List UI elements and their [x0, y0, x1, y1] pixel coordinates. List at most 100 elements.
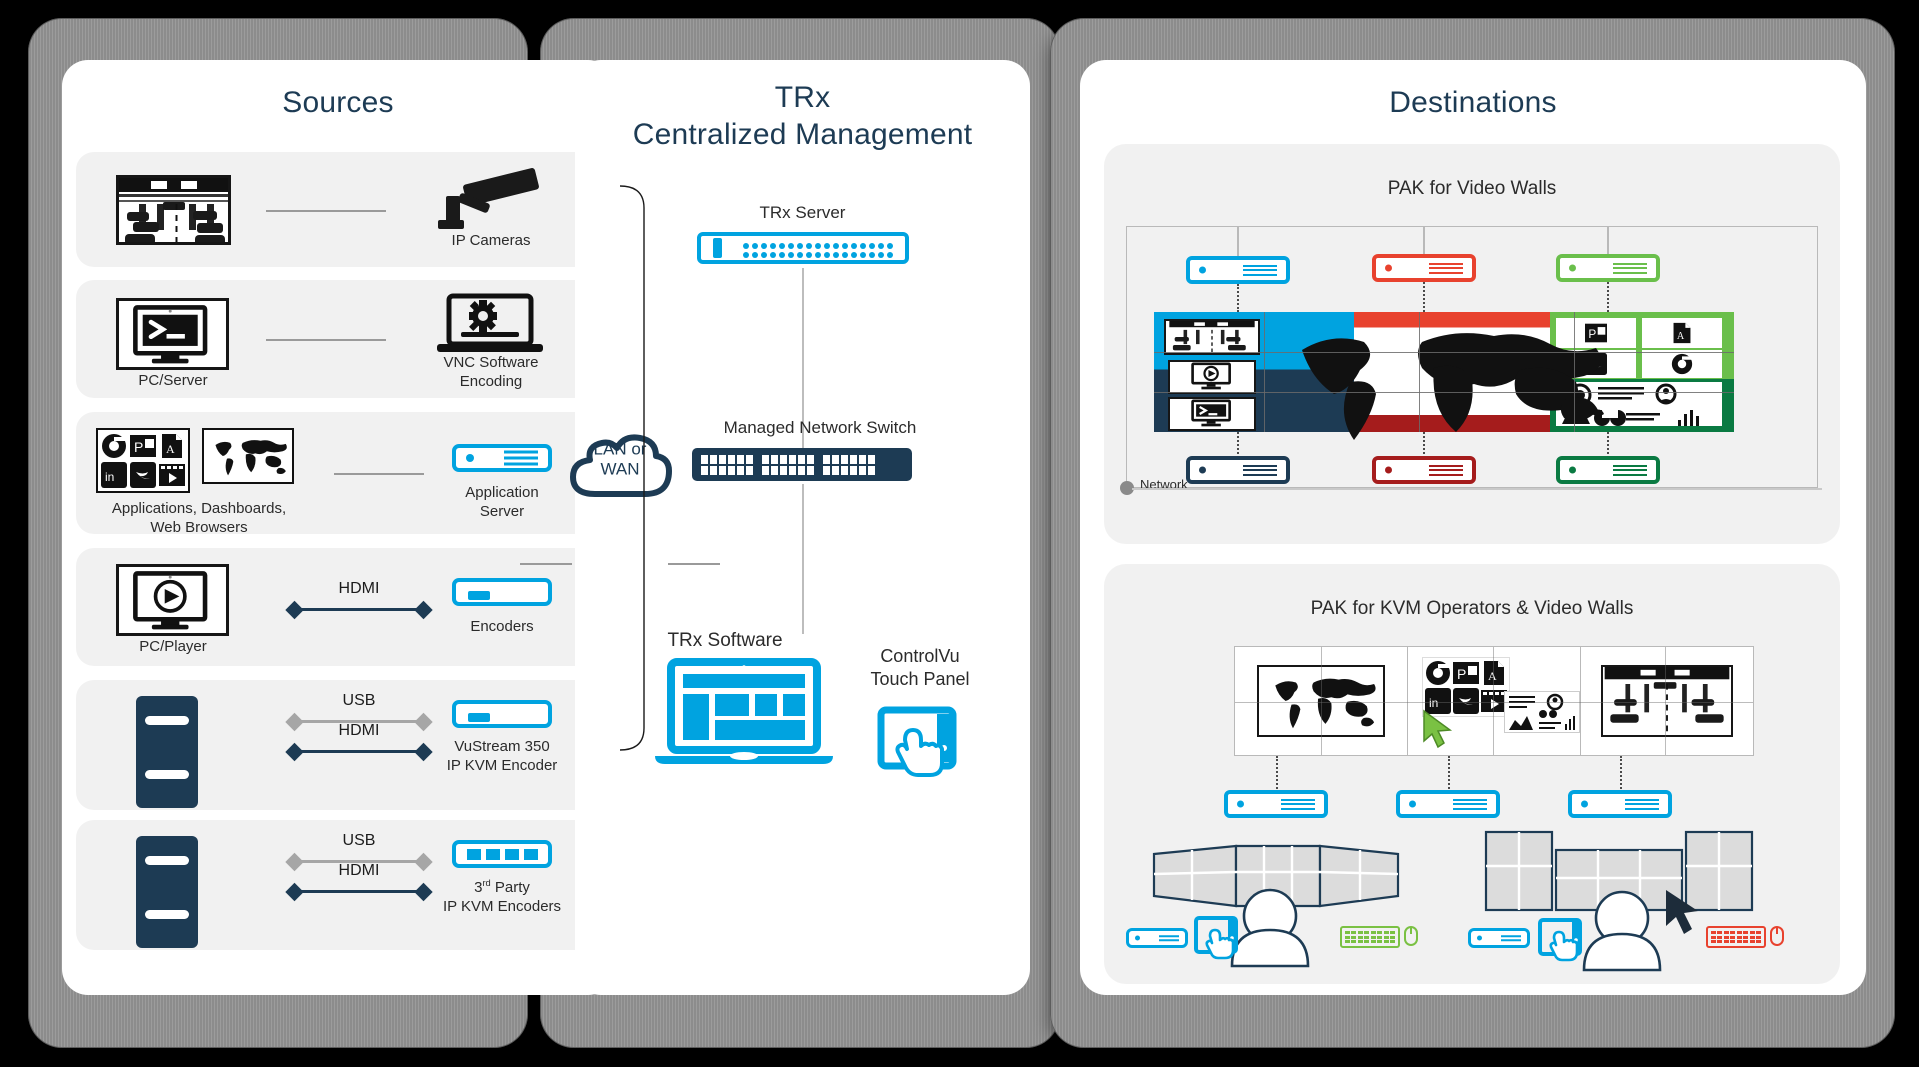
- vent-lines: [1613, 462, 1647, 478]
- network-line: [1132, 488, 1822, 490]
- status-led: [1409, 800, 1416, 808]
- sources-cloud-link: [520, 563, 572, 565]
- status-led: [466, 454, 474, 462]
- server-ports: [743, 243, 893, 258]
- vent-lines: [1429, 462, 1463, 478]
- kvm-wall-tile-traffic: [1581, 647, 1753, 755]
- source-row-third-party: USB HDMI 3rd Party IP KVM Encoders: [76, 820, 600, 950]
- vent-lines: [1613, 260, 1647, 276]
- receiver-navy: [1186, 456, 1290, 484]
- video-wall: P A: [1154, 312, 1734, 440]
- vent-lines: [1501, 932, 1521, 944]
- touch-panel-icon: [1538, 918, 1582, 962]
- receiver-operator-1: [1126, 928, 1188, 948]
- server-handle: [713, 238, 722, 258]
- pdf-icon: A: [162, 434, 182, 458]
- traffic-camera-view-icon: [116, 174, 231, 245]
- twitter-icon: [1453, 688, 1479, 714]
- target-label-line1: VuStream 350: [454, 738, 550, 755]
- center-title-line2: Centralized Management: [632, 117, 973, 151]
- operator-workstation-1: [1124, 840, 1424, 970]
- destinations-column: Destinations PAK for Video Walls P A Net…: [1080, 60, 1866, 995]
- vent-lines: [1281, 796, 1315, 812]
- source-target-label: IP Cameras: [451, 232, 531, 249]
- vent-lines: [1429, 260, 1463, 276]
- touch-panel-label-line2: Touch Panel: [870, 668, 970, 689]
- source-row-applications: P A in Applications, Dashboards, Web Bro…: [76, 412, 600, 536]
- receiver-tick: [1423, 226, 1425, 254]
- target-label-line2: Server: [479, 502, 525, 520]
- world-map-icon: [1257, 665, 1385, 737]
- trx-software-icon: [653, 658, 835, 770]
- receiver-dotted-link: [1423, 282, 1425, 312]
- laptop-gear-icon: [431, 293, 549, 356]
- receiver-kvm-3: [1568, 790, 1672, 818]
- svg-text:P: P: [134, 439, 143, 455]
- terminal-monitor-icon: [116, 298, 229, 370]
- vent-lines: [1453, 796, 1487, 812]
- source-label: PC/Server: [138, 372, 208, 389]
- status-led: [1385, 264, 1392, 272]
- connector-hdmi: [285, 600, 433, 619]
- controlvu-touch-panel-icon: [875, 706, 965, 788]
- center-title: TRx Centralized Management: [575, 80, 1030, 153]
- trunk-line-bottom: [802, 484, 804, 634]
- status-led: [468, 591, 490, 600]
- tower-pc-icon: [136, 836, 198, 948]
- dashboard-charts-icon: [1504, 691, 1580, 733]
- vent-lines: [1625, 796, 1659, 812]
- application-server-icon: [452, 444, 552, 472]
- svg-text:A: A: [1677, 331, 1685, 342]
- switch-label: Managed Network Switch: [723, 418, 917, 437]
- svg-text:P: P: [1457, 666, 1466, 682]
- svg-text:in: in: [105, 470, 114, 484]
- status-led: [1581, 800, 1588, 808]
- status-led: [1199, 266, 1206, 274]
- connector-hdmi: [285, 882, 433, 901]
- pak-video-walls-panel: PAK for Video Walls P A Network: [1104, 144, 1840, 544]
- status-led: [1569, 466, 1576, 474]
- receiver-dotted-link: [1620, 756, 1622, 792]
- network-label: Network: [1140, 477, 1188, 492]
- third-party-text: 3rd Party: [474, 878, 530, 896]
- trx-server-icon: [697, 232, 909, 264]
- sources-title: Sources: [282, 86, 394, 119]
- drive-slot: [144, 910, 190, 919]
- kvm-wall-tile-map: [1235, 647, 1408, 755]
- status-led: [1569, 264, 1576, 272]
- receiver-tick: [1237, 226, 1239, 256]
- source-target-label: VuStream 350 IP KVM Encoder: [407, 738, 597, 776]
- touch-panel-label-line1: ControlVu: [880, 646, 960, 666]
- traffic-camera-view-icon: [1601, 665, 1733, 737]
- app-tiles-icon: P A in: [1422, 657, 1510, 717]
- app-tiles-and-map-icon: P A in: [96, 428, 294, 493]
- diagram-canvas: Sources IP Cameras PC/Server VNC Softwar…: [0, 0, 1919, 1067]
- terminal-monitor-icon: [1168, 397, 1256, 431]
- operator-workstation-2: [1466, 826, 1806, 976]
- ip-camera-icon: [436, 168, 546, 232]
- status-led: [1199, 466, 1206, 474]
- drive-slot: [144, 716, 190, 725]
- receiver-operator-2: [1468, 928, 1530, 948]
- source-target-label: 3rd Party IP KVM Encoders: [407, 878, 597, 917]
- mouse-red-icon: [1770, 926, 1784, 946]
- tower-pc-icon: [136, 696, 198, 808]
- encoder-appliance-icon: [452, 700, 552, 728]
- app-tiles-icon: P A in: [96, 428, 190, 493]
- source-label-line1: Applications, Dashboards,: [111, 500, 287, 517]
- kvm-video-wall: P A in: [1234, 646, 1754, 756]
- status-led: [1237, 800, 1244, 808]
- svg-text:in: in: [1429, 696, 1438, 710]
- pdf-icon: A: [1642, 318, 1722, 348]
- target-label-line2: Encoding: [459, 372, 523, 390]
- pak-kvm-title: PAK for KVM Operators & Video Walls: [1310, 598, 1634, 619]
- sources-column: Sources IP Cameras PC/Server VNC Softwar…: [62, 60, 614, 995]
- source-row-ip-cameras: IP Cameras: [76, 152, 600, 267]
- status-led: [468, 713, 490, 722]
- connector-line: [266, 209, 386, 212]
- vent-lines: [1243, 262, 1277, 278]
- powerpoint-icon: P: [130, 435, 156, 457]
- svg-text:A: A: [166, 442, 175, 456]
- chrome-icon: [1642, 350, 1722, 378]
- encoder-appliance-icon: [452, 578, 552, 606]
